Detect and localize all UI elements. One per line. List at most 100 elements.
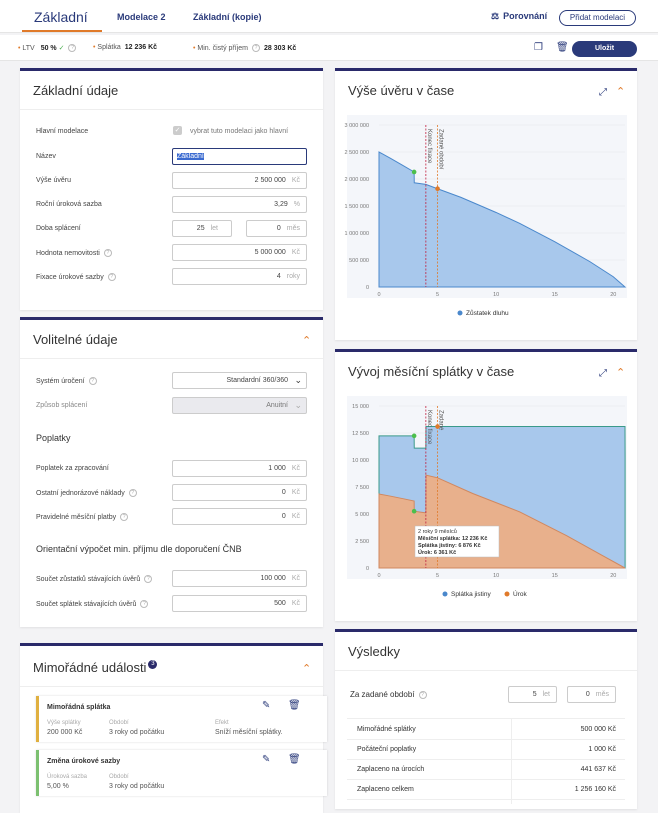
annotation-label: Konec fixace [426,410,432,445]
fee1-label: Poplatek za zpracování [36,465,109,472]
fee1-input[interactable]: 1 000 Kč [172,460,307,477]
panel-title: Mimořádné události 3 [33,660,158,675]
chevron-down-icon: ⌄ [294,400,302,410]
property-label: Hodnota nemovitosti? [36,249,112,257]
period-months-input[interactable]: 0 měs [567,686,616,703]
y-tick-label: 0 [366,566,369,572]
copy-icon[interactable]: ❐ [534,42,543,53]
scale-icon: ⚖ [491,11,500,21]
rate-input[interactable]: 3,29% [172,196,307,213]
name-input[interactable]: Základní [172,148,307,165]
help-icon[interactable]: ? [107,273,116,281]
property-input[interactable]: 5 000 000 Kč [172,244,307,261]
tab-zakladni-kopie[interactable]: Základní (kopie) [193,12,262,22]
amount-input[interactable]: 2 500 000 Kč [172,172,307,189]
tooltip-line: Měsíční splátka: 12 236 Kč [418,536,487,542]
check-icon: ✓ [58,45,65,52]
y-tick-label: 1 500 000 [345,204,369,210]
help-icon[interactable]: ? [418,690,427,699]
y-tick-label: 500 000 [349,258,369,264]
chevron-up-icon[interactable]: ⌃ [616,366,625,379]
event-item[interactable]: Mimořádná splátka ✎ 🗑 Výše splátky 200 0… [36,696,327,742]
term-months-input[interactable]: 0 měs [246,220,307,237]
main-label: Hlavní modelace [36,128,89,135]
basic-data-panel: Základní údaje Hlavní modelace ✓ vybrat … [20,68,323,310]
loan-balance-chart: 0 500 000 1 000 000 1 500 000 2 000 000 2 500… [345,115,627,317]
expand-icon[interactable]: ⤢ [599,368,607,379]
fee3-label: Pravidelné měsíční platby? [36,513,129,521]
period-years-input[interactable]: 5 let [508,686,557,703]
events-count-badge: 3 [148,660,158,669]
event-title: Změna úrokové sazby [47,758,121,765]
annotation-label: Konec fixace [426,129,432,164]
help-icon[interactable]: ? [251,44,260,52]
trash-icon[interactable]: 🗑 [288,700,301,711]
add-modelation-button[interactable]: Přidat modelaci [559,10,636,26]
result-row: Mimořádné splátky 500 000 Kč [347,720,625,740]
tooltip-line: 2 roky 9 měsíců [418,528,457,535]
inc1-input[interactable]: 100 000 Kč [172,570,307,587]
trash-icon[interactable]: 🗑 [288,754,301,765]
inc2-input[interactable]: 500 Kč [172,595,307,612]
expand-icon[interactable]: ⤢ [599,87,607,98]
data-marker [435,186,440,192]
y-tick-label: 2 500 000 [345,150,369,156]
panel-title: Volitelné údaje [33,332,118,347]
x-tick-label: 20 [610,292,616,298]
chevron-up-icon[interactable]: ⌃ [302,662,311,675]
period-label: Za zadané období? [350,690,427,699]
legend-swatch [504,591,510,597]
system-label: Systém úročení? [36,377,97,385]
inc1-label: Součet zůstatků stávajících úvěrů? [36,575,153,583]
active-tab-underline [22,30,102,32]
data-marker [435,424,440,429]
help-icon[interactable]: ? [140,600,149,608]
tab-modelace-2[interactable]: Modelace 2 [117,12,166,22]
compare-link[interactable]: ⚖ Porovnání [491,11,547,22]
name-label: Název [36,153,56,160]
y-tick-label: 0 [366,285,369,291]
fee2-input[interactable]: 0 Kč [172,484,307,501]
edit-icon[interactable]: ✎ [262,754,270,765]
tab-zakladni[interactable]: Základní [34,9,88,25]
trash-icon[interactable]: 🗑 [556,42,569,53]
term-years-input[interactable]: 25 let [172,220,232,237]
panel-title: Základní údaje [33,83,119,98]
optional-data-panel: Volitelné údaje ⌃ Systém úročení? Standa… [20,317,323,627]
x-tick-label: 15 [552,573,558,579]
term-label: Doba splácení [36,225,81,232]
tooltip-line: Splátka jistiny: 6 876 Kč [418,543,481,549]
y-tick-label: 2 500 [355,539,369,545]
tab-bar: Základní Modelace 2 Základní (kopie) ⚖ Po… [0,0,658,33]
event-item[interactable]: Změna úrokové sazby ✎ 🗑 Úroková sazba 5,… [36,750,327,796]
edit-icon[interactable]: ✎ [262,700,270,711]
help-icon[interactable]: ? [128,489,137,497]
fee3-input[interactable]: 0 Kč [172,508,307,525]
chevron-up-icon[interactable]: ⌃ [616,85,625,98]
y-tick-label: 5 000 [355,512,369,518]
help-icon[interactable]: ? [68,44,77,53]
save-button[interactable]: Uložit [572,41,637,57]
event-title: Mimořádná splátka [47,704,111,711]
chevron-up-icon[interactable]: ⌃ [302,334,311,347]
summary-bar: • LTV 50 % ✓? • Splátka 12 236 Kč • Min. … [0,35,658,61]
main-checkbox[interactable]: ✓ [173,126,182,135]
loan-balance-chart-panel: Výše úvěru v čase ⤢ ⌃ 0 500 000 1 000 000 1… [335,68,637,340]
x-tick-label: 15 [552,292,558,298]
help-icon[interactable]: ? [120,513,129,521]
y-tick-label: 2 000 000 [345,177,369,183]
results-panel: Výsledky Za zadané období? 5 let 0 měs Mim… [335,629,637,809]
help-icon[interactable]: ? [103,249,112,257]
main-checkbox-label: vybrat tuto modelaci jako hlavní [190,128,289,135]
fix-input[interactable]: 4 roky [172,268,307,285]
fix-label: Fixace úrokové sazby? [36,273,116,281]
data-marker [411,433,417,439]
x-tick-label: 10 [493,573,499,579]
help-icon[interactable]: ? [144,575,153,583]
data-marker [411,169,417,175]
panel-title: Vývoj měsíční splátky v čase [348,364,515,379]
help-icon[interactable]: ? [88,377,97,385]
data-marker [411,508,417,514]
rate-label: Roční úroková sazba [36,201,102,208]
system-select[interactable]: Standardní 360/360 ⌄ [172,372,307,389]
